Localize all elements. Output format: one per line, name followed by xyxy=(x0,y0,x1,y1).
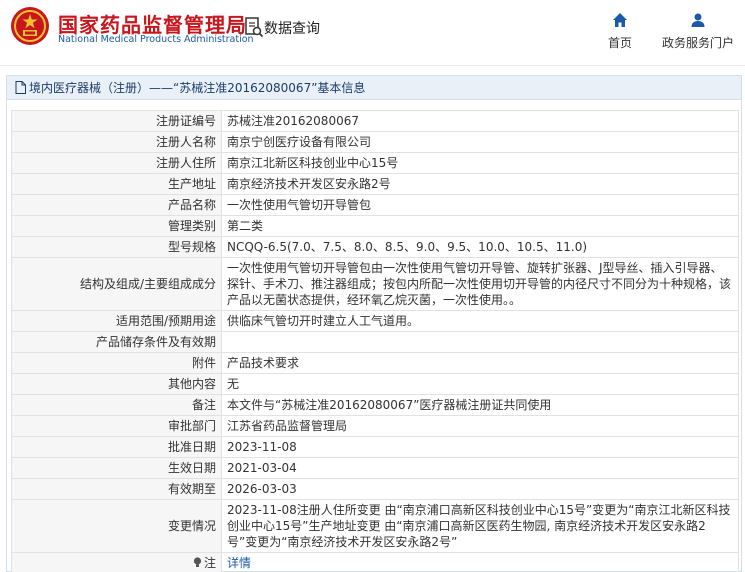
field-value: 南京经济技术开发区安永路2号 xyxy=(221,173,739,195)
field-label: 其他内容 xyxy=(11,373,222,395)
table-row: 结构及组成/主要组成成分 一次性使用气管切开导管包由一次性使用气管切开导管、旋转… xyxy=(11,257,739,311)
field-label: 产品名称 xyxy=(11,194,222,216)
table-row: 注册人名称 南京宁创医疗设备有限公司 xyxy=(11,131,739,153)
details-cell: 详情 xyxy=(221,552,739,572)
table-row: 适用范围/预期用途 供临床气管切开时建立人工气道用。 xyxy=(11,310,739,332)
field-value: 2023-11-08注册人住所变更 由“南京浦口高新区科技创业中心15号”变更为… xyxy=(221,499,739,553)
table-row: 产品储存条件及有效期 xyxy=(11,331,739,353)
field-value: 产品技术要求 xyxy=(221,352,739,374)
field-value: 无 xyxy=(221,373,739,395)
national-emblem-icon xyxy=(11,7,49,45)
data-query-title: 数据查询 xyxy=(264,21,320,37)
table-row: 变更情况 2023-11-08注册人住所变更 由“南京浦口高新区科技创业中心15… xyxy=(11,499,739,553)
table-row: 注册证编号 苏械注准20162080067 xyxy=(11,110,739,132)
field-label: 型号规格 xyxy=(11,236,222,258)
field-value: 供临床气管切开时建立人工气道用。 xyxy=(221,310,739,332)
table-row: 产品名称 一次性使用气管切开导管包 xyxy=(11,194,739,216)
panel-title-text: 境内医疗器械（注册）——“苏械注准20162080067”基本信息 xyxy=(29,81,366,95)
home-icon xyxy=(613,13,627,27)
field-value: 一次性使用气管切开导管包由一次性使用气管切开导管、旋转扩张器、J型导丝、插入引导… xyxy=(221,257,739,311)
table-row: 生效日期 2021-03-04 xyxy=(11,457,739,479)
field-value: 2021-03-04 xyxy=(221,457,739,479)
table-row: 型号规格 NCQQ-6.5(7.0、7.5、8.0、8.5、9.0、9.5、10… xyxy=(11,236,739,258)
field-label: 注 xyxy=(203,556,216,570)
field-label: 注册人住所 xyxy=(11,152,222,174)
panel-title: 境内医疗器械（注册）——“苏械注准20162080067”基本信息 xyxy=(7,76,741,100)
user-icon xyxy=(691,13,705,27)
field-value: 南京宁创医疗设备有限公司 xyxy=(221,131,739,153)
field-label: 结构及组成/主要组成成分 xyxy=(11,257,222,311)
nav-portal-label: 政务服务门户 xyxy=(661,36,734,50)
field-value: 苏械注准20162080067 xyxy=(221,110,739,132)
table-row: 注册人住所 南京江北新区科技创业中心15号 xyxy=(11,152,739,174)
field-label: 产品储存条件及有效期 xyxy=(11,331,222,353)
field-value: 江苏省药品监督管理局 xyxy=(221,415,739,437)
field-label: 生效日期 xyxy=(11,457,222,479)
field-value: 本文件与“苏械注准20162080067”医疗器械注册证共同使用 xyxy=(221,394,739,416)
info-panel: 境内医疗器械（注册）——“苏械注准20162080067”基本信息 注册证编号 … xyxy=(6,75,742,572)
site-header: 国家药品监督管理局 National Medical Products Admi… xyxy=(0,0,745,66)
note-label-cell: 注 xyxy=(11,552,222,572)
field-value: NCQQ-6.5(7.0、7.5、8.0、8.5、9.0、9.5、10.0、10… xyxy=(221,236,739,258)
table-row: 生产地址 南京经济技术开发区安永路2号 xyxy=(11,173,739,195)
field-value: 一次性使用气管切开导管包 xyxy=(221,194,739,216)
field-label: 适用范围/预期用途 xyxy=(11,310,222,332)
field-value: 南京江北新区科技创业中心15号 xyxy=(221,152,739,174)
field-value xyxy=(221,331,739,353)
details-link[interactable]: 详情 xyxy=(227,556,251,570)
table-row: 管理类别 第二类 xyxy=(11,215,739,237)
brand-title-en: National Medical Products Administration xyxy=(58,34,254,45)
field-label: 备注 xyxy=(11,394,222,416)
table-row: 注 详情 xyxy=(11,552,739,572)
field-label: 注册证编号 xyxy=(11,110,222,132)
nav-home-label: 首页 xyxy=(607,36,632,50)
field-label: 有效期至 xyxy=(11,478,222,500)
field-value: 2026-03-03 xyxy=(221,478,739,500)
table-row: 批准日期 2023-11-08 xyxy=(11,436,739,458)
field-label: 管理类别 xyxy=(11,215,222,237)
table-row: 备注 本文件与“苏械注准20162080067”医疗器械注册证共同使用 xyxy=(11,394,739,416)
nav-portal-button[interactable]: 政务服务门户 xyxy=(658,12,738,51)
bulb-icon xyxy=(193,557,202,567)
field-label: 批准日期 xyxy=(11,436,222,458)
field-label: 审批部门 xyxy=(11,415,222,437)
nav-home-button[interactable]: 首页 xyxy=(604,12,636,51)
doc-icon xyxy=(15,81,26,94)
table-row: 审批部门 江苏省药品监督管理局 xyxy=(11,415,739,437)
field-value: 第二类 xyxy=(221,215,739,237)
table-row: 其他内容 无 xyxy=(11,373,739,395)
field-label: 生产地址 xyxy=(11,173,222,195)
field-label: 变更情况 xyxy=(11,499,222,553)
table-row: 附件 产品技术要求 xyxy=(11,352,739,374)
field-label: 附件 xyxy=(11,352,222,374)
table-row: 有效期至 2026-03-03 xyxy=(11,478,739,500)
query-doc-icon xyxy=(245,17,264,38)
field-label: 注册人名称 xyxy=(11,131,222,153)
field-value: 2023-11-08 xyxy=(221,436,739,458)
info-table: 注册证编号 苏械注准20162080067 注册人名称 南京宁创医疗设备有限公司… xyxy=(11,110,739,572)
